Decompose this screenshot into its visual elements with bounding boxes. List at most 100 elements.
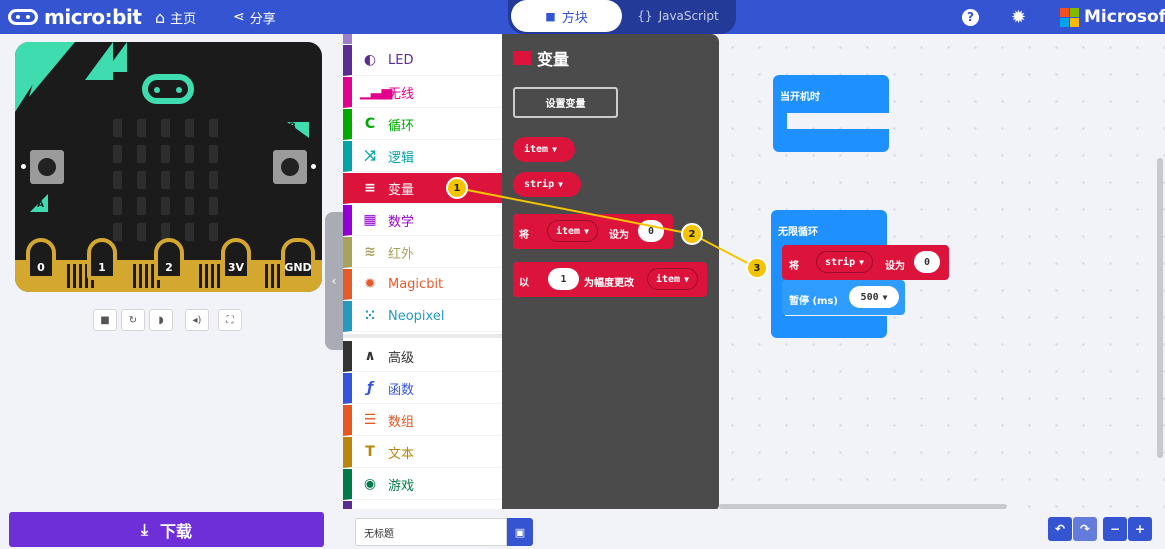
variable-strip-block[interactable]: strip ▼ [513, 172, 581, 197]
category-neopixel[interactable]: ⁙ Neopixel [343, 301, 503, 332]
category-arrays[interactable]: ☰ 数组 [343, 405, 503, 436]
category-text[interactable]: T 文本 [343, 437, 503, 468]
set-variable-block[interactable]: 将 item ▼ 设为 0 [513, 214, 673, 249]
led [185, 197, 194, 215]
pause-block[interactable]: 暂停 (ms) 500 ▼ [782, 280, 905, 315]
category-magicbit[interactable]: ✹ Magicbit [343, 269, 503, 300]
category-infrared[interactable]: ≋ 红外 [343, 237, 503, 268]
button-a[interactable] [30, 150, 64, 184]
set-word: 将 [789, 261, 799, 272]
tab-blocks[interactable]: ■ 方块 [511, 0, 622, 32]
variable-dropdown[interactable]: item ▼ [647, 268, 698, 290]
save-button[interactable]: ▣ [507, 518, 533, 546]
category-strip-bottom [343, 501, 503, 509]
pin-3v[interactable]: 3V [221, 238, 251, 280]
pause-value-dropdown[interactable]: 500 ▼ [849, 286, 899, 308]
variable-name: item [524, 144, 549, 155]
variable-dropdown[interactable]: item ▼ [547, 220, 598, 242]
category-led[interactable]: ◐ LED [343, 45, 503, 76]
on-start-block[interactable]: 当开机时 [773, 75, 889, 113]
category-label: Magicbit [388, 276, 444, 292]
restart-button[interactable]: ↻ [121, 309, 145, 331]
tab-javascript[interactable]: {} JavaScript [624, 0, 732, 32]
value-input[interactable]: 0 [914, 251, 940, 273]
pin-2[interactable]: 2 [154, 238, 184, 280]
button-b[interactable] [273, 150, 307, 184]
make-variable-button[interactable]: 设置变量 [513, 87, 618, 118]
button-a-letter: A [37, 200, 44, 210]
workspace-scrollbar-v[interactable] [1157, 158, 1163, 458]
set-strip-block[interactable]: 将 strip ▼ 设为 0 [782, 245, 949, 280]
redo-button[interactable]: ↷ [1073, 517, 1097, 541]
blocks-workspace[interactable]: 当开机时 无限循环 将 strip ▼ 设为 0 暂停 (ms) 500 ▼ [719, 34, 1165, 509]
text-icon: T [365, 444, 375, 460]
sound-icon: ◂) [192, 314, 202, 326]
fullscreen-button[interactable]: ⛶ [218, 309, 242, 331]
stop-button[interactable]: ■ [93, 309, 117, 331]
category-radio[interactable]: ▁▃▅ 无线 [343, 77, 503, 108]
microbit-logo[interactable]: micro:bit [8, 0, 142, 34]
variable-dropdown[interactable]: strip ▼ [816, 251, 873, 273]
zoom-out-button[interactable]: − [1103, 517, 1127, 541]
led [137, 145, 146, 163]
pin-1[interactable]: 1 [87, 238, 117, 280]
help-button[interactable]: ? [962, 0, 979, 34]
home-button[interactable]: ⌂ 主页 [155, 0, 196, 34]
category-logic[interactable]: ⤨ 逻辑 [343, 141, 503, 172]
puzzle-icon: ■ [545, 9, 556, 23]
variable-item-block[interactable]: item ▼ [513, 137, 575, 162]
category-label: 文本 [388, 446, 415, 462]
category-math[interactable]: ▦ 数学 [343, 205, 503, 236]
home-label: 主页 [170, 11, 197, 27]
undo-button[interactable]: ↶ [1048, 517, 1072, 541]
variables-flyout: 变量 设置变量 item ▼ strip ▼ 将 item ▼ 设为 0 以 1… [502, 34, 719, 512]
settings-button[interactable]: ✹ [1011, 0, 1026, 34]
collapse-simulator-button[interactable]: ‹ [325, 212, 343, 350]
button-b-letter: B [289, 122, 296, 132]
led [209, 171, 218, 189]
pin-gnd[interactable]: GND [281, 238, 315, 280]
minus-icon: − [1109, 522, 1121, 536]
fullscreen-icon: ⛶ [226, 314, 234, 326]
led [161, 145, 170, 163]
change-value-input[interactable]: 1 [548, 268, 579, 290]
led [113, 197, 122, 215]
chevron-left-icon: ‹ [331, 274, 337, 288]
share-button[interactable]: ⋖ 分享 [233, 0, 276, 34]
pin-0[interactable]: 0 [26, 238, 56, 280]
set-to-label: 设为 [609, 230, 629, 241]
microsoft-icon [1060, 7, 1079, 27]
project-name-input[interactable]: 无标题 [355, 518, 507, 546]
category-strip-top [343, 34, 503, 44]
annotation-marker-3: 3 [746, 257, 768, 279]
download-button[interactable]: ⤓ 下载 [9, 512, 324, 547]
microbit-simulator[interactable]: A B 0 1 2 3V GND [15, 42, 322, 292]
tab-javascript-label: JavaScript [658, 9, 719, 23]
category-game[interactable]: ◉ 游戏 [343, 469, 503, 500]
array-icon: ☰ [363, 412, 377, 428]
chevron-up-icon: ∧ [364, 348, 376, 364]
category-label: 变量 [388, 182, 415, 198]
category-advanced[interactable]: ∧ 高级 [343, 341, 503, 372]
microsoft-logo[interactable]: Microsoft [1060, 0, 1165, 34]
gamepad-icon: ◉ [363, 476, 377, 492]
category-variables[interactable]: ≡ 变量 [343, 173, 503, 204]
save-icon: ▣ [514, 525, 526, 539]
category-loops[interactable]: C 循环 [343, 109, 503, 140]
forever-block[interactable]: 无限循环 [771, 210, 887, 246]
change-variable-block[interactable]: 以 1 为幅度更改 item ▼ [513, 262, 707, 297]
redo-icon: ↷ [1079, 522, 1091, 536]
category-functions[interactable]: ƒ 函数 [343, 373, 503, 404]
zoom-in-button[interactable]: + [1128, 517, 1152, 541]
led [137, 119, 146, 137]
help-icon: ? [962, 8, 979, 26]
led [209, 197, 218, 215]
function-icon: ƒ [366, 380, 374, 396]
slowmo-button[interactable]: ◗ [149, 309, 173, 331]
led [113, 223, 122, 241]
annotation-marker-2: 2 [681, 223, 703, 245]
dot-left [21, 164, 26, 169]
sound-button[interactable]: ◂) [185, 309, 209, 331]
value-input[interactable]: 0 [638, 220, 664, 242]
stop-icon: ■ [100, 314, 110, 326]
